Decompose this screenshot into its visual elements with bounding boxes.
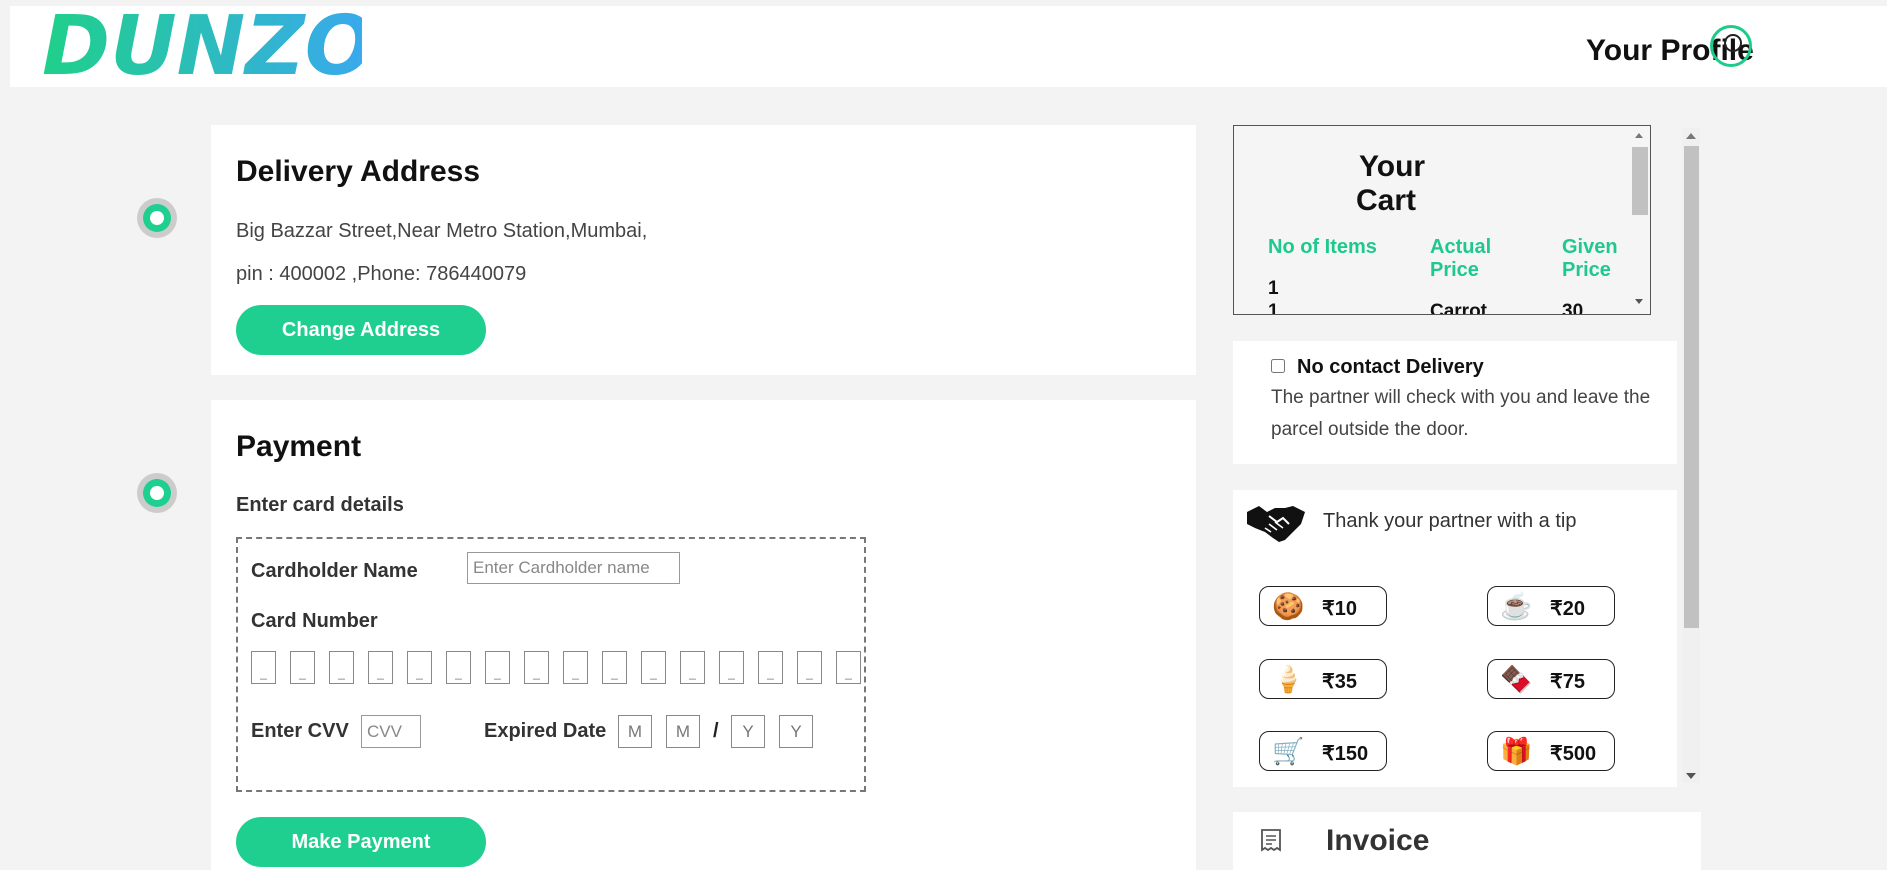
tip-button[interactable]: 🍪 ₹10: [1259, 586, 1387, 626]
tip-amount: ₹150: [1322, 743, 1369, 765]
cardholder-input[interactable]: Enter Cardholder name: [467, 552, 680, 584]
tip-button[interactable]: 🍫 ₹75: [1487, 659, 1615, 699]
delivery-address-card: Delivery Address Big Bazzar Street,Near …: [211, 125, 1196, 375]
tip-amount: ₹500: [1550, 743, 1597, 765]
coffee-icon: ☕: [1500, 591, 1533, 621]
tip-amount: ₹75: [1550, 671, 1585, 693]
tip-button[interactable]: 🍦 ₹35: [1259, 659, 1387, 699]
tip-button[interactable]: 🎁 ₹500: [1487, 731, 1615, 771]
tip-card: Thank your partner with a tip 🍪 ₹10 ☕ ₹20 🍦 ₹…: [1233, 490, 1677, 787]
no-contact-checkbox[interactable]: [1271, 359, 1285, 373]
card-digit-input[interactable]: _: [290, 651, 315, 684]
card-digit-input[interactable]: _: [524, 651, 549, 684]
receipt-icon: [1261, 829, 1281, 852]
cardholder-label: Cardholder Name: [251, 560, 418, 582]
step-indicator-payment: [137, 473, 177, 513]
cart-row-qty: 1: [1268, 301, 1279, 315]
handshake-icon: [1247, 506, 1305, 542]
tip-amount: ₹10: [1322, 598, 1357, 620]
invoice-card: Invoice: [1233, 812, 1701, 870]
make-payment-button[interactable]: Make Payment: [236, 817, 486, 867]
card-digit-input[interactable]: _: [641, 651, 666, 684]
card-digit-input[interactable]: _: [251, 651, 276, 684]
no-contact-card: No contact Delivery The partner will che…: [1233, 341, 1677, 464]
cart-title-line-1: Your: [1359, 150, 1426, 183]
page-scroll-up[interactable]: [1686, 133, 1696, 139]
ice-cream-icon: 🍦: [1272, 664, 1305, 694]
card-digit-input[interactable]: _: [563, 651, 588, 684]
card-digit-input[interactable]: _: [758, 651, 783, 684]
payment-title: Payment: [236, 430, 362, 463]
card-digit-input[interactable]: _: [485, 651, 510, 684]
cart-title-line-2: Cart: [1356, 184, 1417, 217]
cart-item-count: 1: [1268, 278, 1279, 299]
tip-button[interactable]: 🛒 ₹150: [1259, 731, 1387, 771]
cart-col-actual: Actual Price: [1430, 236, 1492, 281]
expiry-year-1[interactable]: Y: [731, 715, 765, 748]
invoice-title: Invoice: [1326, 824, 1430, 857]
cart-scrollbar[interactable]: [1632, 127, 1649, 313]
tip-amount: ₹20: [1550, 598, 1585, 620]
card-digit-input[interactable]: _: [602, 651, 627, 684]
change-address-button[interactable]: Change Address: [236, 305, 486, 355]
tip-amount: ₹35: [1322, 671, 1357, 693]
page-scroll-down[interactable]: [1686, 773, 1696, 779]
cart-scroll-up[interactable]: [1635, 133, 1643, 138]
address-line-1: Big Bazzar Street,Near Metro Station,Mum…: [236, 220, 648, 242]
card-digit-input[interactable]: _: [368, 651, 393, 684]
delivery-title: Delivery Address: [236, 155, 481, 188]
card-digit-input[interactable]: _: [407, 651, 432, 684]
no-contact-description: The partner will check with you and leav…: [1271, 387, 1651, 440]
user-icon[interactable]: [1710, 25, 1752, 67]
card-digit-input[interactable]: _: [446, 651, 471, 684]
cart-col-items: No of Items: [1268, 236, 1377, 258]
expiry-year-2[interactable]: Y: [779, 715, 813, 748]
tip-button[interactable]: ☕ ₹20: [1487, 586, 1615, 626]
cart-panel[interactable]: Your Cart No of Items Actual Price Given…: [1233, 125, 1651, 315]
chocolate-icon: 🍫: [1500, 664, 1533, 694]
cookie-icon: 🍪: [1272, 591, 1305, 621]
cart-col-given: Given Price: [1562, 236, 1618, 281]
card-digit-input[interactable]: _: [680, 651, 705, 684]
card-details-subtitle: Enter card details: [236, 494, 404, 516]
card-digit-input[interactable]: _: [797, 651, 822, 684]
cart-icon: 🛒: [1272, 736, 1305, 766]
cvv-label: Enter CVV: [251, 720, 349, 742]
gift-icon: 🎁: [1500, 736, 1533, 766]
no-contact-label: No contact Delivery: [1297, 356, 1484, 378]
tip-prompt: Thank your partner with a tip: [1323, 510, 1577, 532]
address-line-2: pin : 400002 ,Phone: 786440079: [236, 263, 527, 285]
cvv-input[interactable]: CVV: [361, 715, 421, 748]
cart-row-price: 30: [1562, 301, 1584, 315]
expiry-label: Expired Date: [484, 720, 607, 742]
card-digit-input[interactable]: _: [719, 651, 744, 684]
step-indicator-address: [137, 198, 177, 238]
cart-row-name: Carrot: [1430, 301, 1488, 315]
cart-scroll-thumb[interactable]: [1632, 147, 1648, 215]
cart-title: Your Cart: [1356, 150, 1426, 218]
cart-scroll-down[interactable]: [1635, 299, 1643, 304]
expiry-month-2[interactable]: M: [666, 715, 700, 748]
logo-text: DUNZO: [42, 6, 362, 84]
dunzo-logo[interactable]: DUNZO: [42, 6, 362, 84]
page-scrollbar-thumb[interactable]: [1684, 146, 1699, 628]
card-digit-input[interactable]: _: [836, 651, 861, 684]
expiry-separator: /: [713, 720, 719, 742]
header-bar: DUNZO Your Profile: [10, 6, 1887, 87]
card-number-label: Card Number: [251, 610, 378, 632]
expiry-month-1[interactable]: M: [618, 715, 652, 748]
card-digit-input[interactable]: _: [329, 651, 354, 684]
